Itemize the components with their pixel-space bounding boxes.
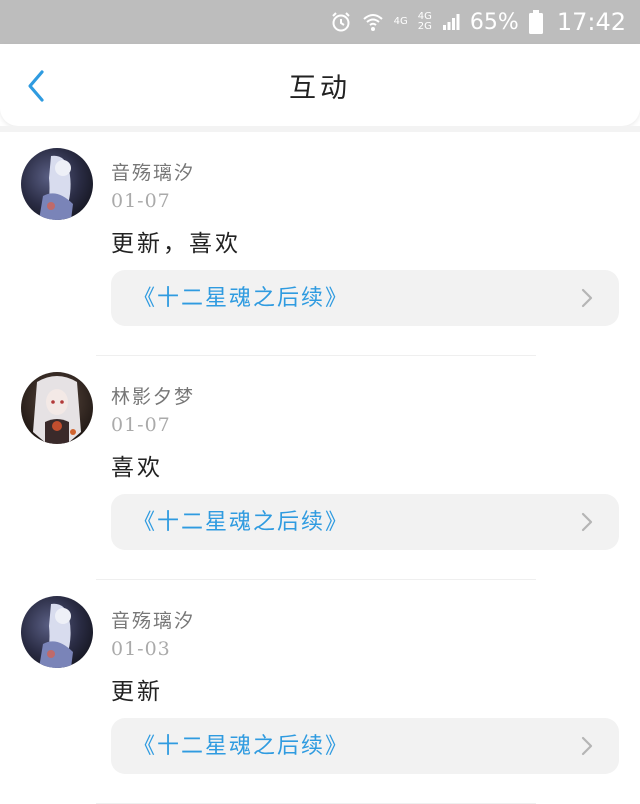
username[interactable]: 音殇璃汐 <box>111 606 195 633</box>
avatar[interactable] <box>21 148 93 220</box>
status-bar-right: 4G 4G 2G 65% 17:42 <box>330 0 626 44</box>
book-link-card[interactable]: 《十二星魂之后续》 <box>111 494 619 550</box>
wifi-icon <box>362 11 384 33</box>
nav-bar: 互动 <box>0 44 640 126</box>
comment-date: 01-03 <box>111 638 171 660</box>
book-link-card[interactable]: 《十二星魂之后续》 <box>111 718 619 774</box>
username[interactable]: 林影夕梦 <box>111 382 195 409</box>
status-bar: 4G 4G 2G 65% 17:42 <box>0 0 640 44</box>
chevron-right-icon <box>581 288 593 308</box>
comment-text: 更新 <box>111 679 163 705</box>
username[interactable]: 音殇璃汐 <box>111 158 195 185</box>
network-indicator: 4G <box>394 17 408 27</box>
network-label-top: 4G <box>393 16 408 27</box>
status-time: 17:42 <box>556 8 626 36</box>
book-link-card[interactable]: 《十二星魂之后续》 <box>111 270 619 326</box>
network-label-bottom: 2G <box>417 21 432 32</box>
avatar[interactable] <box>21 596 93 668</box>
signal-icon <box>442 13 460 31</box>
page-title: 互动 <box>289 73 351 104</box>
comment-date: 01-07 <box>111 190 171 212</box>
alarm-icon <box>330 11 352 33</box>
comment-text: 喜欢 <box>111 455 163 481</box>
network-indicator-2: 4G 2G <box>418 12 432 32</box>
battery-icon <box>528 10 543 34</box>
book-title: 《十二星魂之后续》 <box>133 734 350 759</box>
chevron-right-icon <box>581 736 593 756</box>
feed-item: 音殇璃汐 01-07 更新，喜欢 《十二星魂之后续》 <box>0 132 640 356</box>
feed-item: 林影夕梦 01-07 喜欢 《十二星魂之后续》 <box>0 356 640 580</box>
book-title: 《十二星魂之后续》 <box>133 286 350 311</box>
book-title: 《十二星魂之后续》 <box>133 510 350 535</box>
chevron-right-icon <box>581 512 593 532</box>
comment-text: 更新，喜欢 <box>111 231 241 257</box>
avatar[interactable] <box>21 372 93 444</box>
battery-percent: 65% <box>469 9 519 35</box>
comment-date: 01-07 <box>111 414 171 436</box>
feed-item: 音殇璃汐 01-03 更新 《十二星魂之后续》 <box>0 580 640 804</box>
interaction-feed: 音殇璃汐 01-07 更新，喜欢 《十二星魂之后续》 林影夕梦 01-07 喜欢… <box>0 132 640 804</box>
